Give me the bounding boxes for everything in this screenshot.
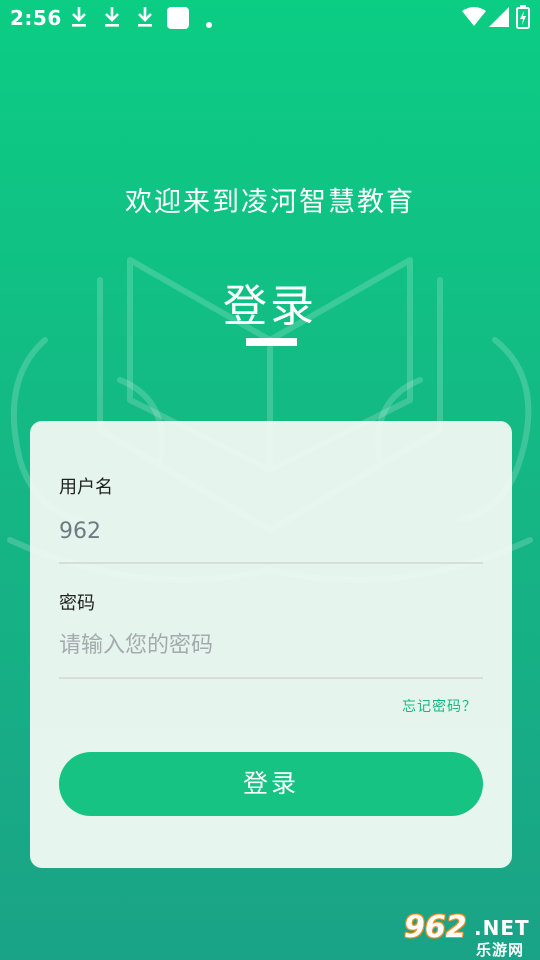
forgot-password-link[interactable]: 忘记密码？ <box>402 696 477 716</box>
download-icon <box>103 6 121 32</box>
app-square-icon <box>166 6 190 34</box>
username-label: 用户名 <box>59 477 113 498</box>
login-button[interactable]: 登录 <box>59 752 483 816</box>
watermark-domain: .NET <box>474 916 530 940</box>
signal-icon <box>488 7 510 31</box>
status-time: 2:56 <box>10 6 62 30</box>
page-title: 登录 <box>223 281 317 332</box>
watermark-site-name: 乐游网 <box>476 941 525 959</box>
username-underline <box>59 562 483 564</box>
login-screen: 2:56 欢迎来到凌河智慧教育 登录 用户名 962 密码 忘记密码？ 登录 9… <box>0 0 540 960</box>
title-underline <box>246 338 297 346</box>
watermark-number: 962 <box>404 910 467 945</box>
download-icon <box>136 6 154 32</box>
welcome-text: 欢迎来到凌河智慧教育 <box>125 187 415 218</box>
site-watermark: 962 .NET 乐游网 <box>400 910 540 960</box>
wifi-icon <box>462 7 486 31</box>
login-form-card: 用户名 密码 忘记密码？ 登录 <box>30 421 512 868</box>
notification-dot-icon <box>205 14 213 33</box>
password-underline <box>59 677 483 679</box>
username-input[interactable] <box>59 511 483 551</box>
password-input[interactable] <box>59 625 483 665</box>
battery-charging-icon <box>516 5 530 33</box>
status-bar: 2:56 <box>0 0 540 36</box>
download-icon <box>70 6 88 32</box>
password-label: 密码 <box>59 593 95 614</box>
